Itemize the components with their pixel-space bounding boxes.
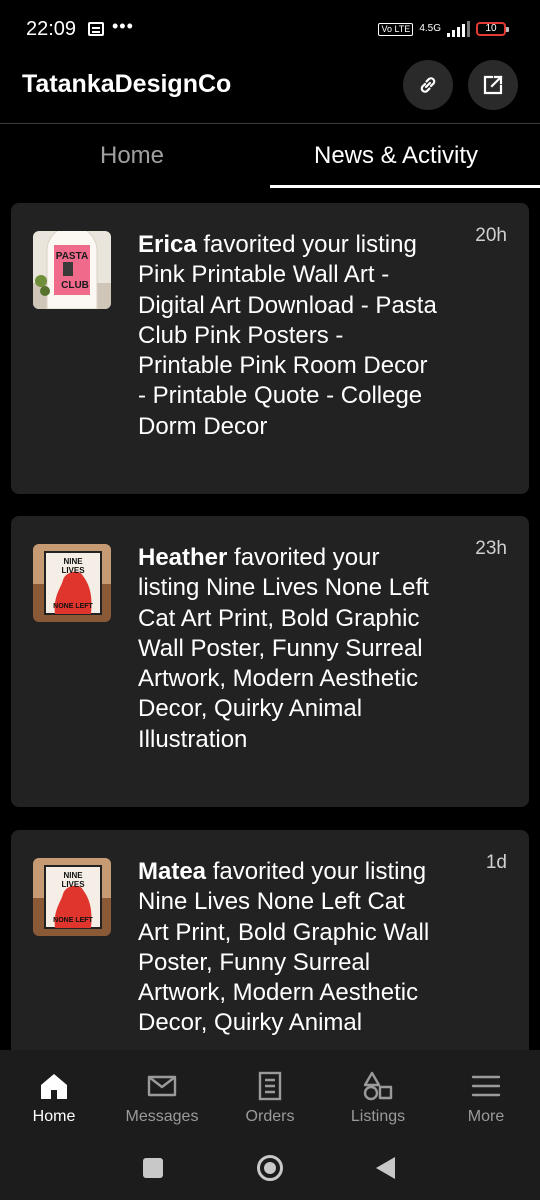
thumb-text-2: CLUB xyxy=(61,280,89,291)
thumb-text-3: NONE LEFT xyxy=(53,603,93,610)
thumb-text-2: LIVES xyxy=(61,880,85,889)
menu-icon xyxy=(471,1075,501,1097)
listing-thumbnail: PASTA CLUB xyxy=(33,231,111,309)
activity-user: Heather xyxy=(138,544,228,571)
network-type: 4.5G xyxy=(419,23,441,34)
signal-icon xyxy=(447,21,470,37)
system-navigation-bar xyxy=(0,1134,540,1200)
activity-text: favorited your listing Pink Printable Wa… xyxy=(138,231,437,440)
notification-icon xyxy=(88,22,104,36)
listing-thumbnail: NINE LIVES NONE LEFT xyxy=(33,544,111,622)
nav-listings[interactable]: Listings xyxy=(324,1050,432,1134)
volte-badge: Vo LTE xyxy=(378,22,414,36)
more-dots-icon: ••• xyxy=(112,16,134,36)
nav-more[interactable]: More xyxy=(432,1050,540,1134)
tab-home[interactable]: Home xyxy=(100,142,164,170)
thumb-text-2: LIVES xyxy=(61,566,85,575)
activity-message: Heather favorited your listing Nine Live… xyxy=(138,543,438,755)
nav-label: Listings xyxy=(350,1108,406,1125)
activity-message: Matea favorited your listing Nine Lives … xyxy=(138,857,438,1039)
app-header: TatankaDesignCo xyxy=(0,60,540,124)
back-button[interactable] xyxy=(376,1157,395,1179)
listing-thumbnail: NINE LIVES NONE LEFT xyxy=(33,858,111,936)
activity-feed[interactable]: PASTA CLUB Erica favorited your listing … xyxy=(11,203,529,1050)
thumb-text-1: NINE xyxy=(63,557,83,566)
tab-news-activity[interactable]: News & Activity xyxy=(314,142,478,170)
activity-user: Erica xyxy=(138,231,197,258)
status-indicators: Vo LTE 4.5G 10 xyxy=(378,18,509,40)
tab-bar: Home News & Activity xyxy=(0,124,540,190)
activity-message: Erica favorited your listing Pink Printa… xyxy=(138,230,438,442)
nav-messages[interactable]: Messages xyxy=(108,1050,216,1134)
thumb-text-1: NINE xyxy=(63,871,83,880)
nav-orders[interactable]: Orders xyxy=(216,1050,324,1134)
activity-time: 23h xyxy=(475,538,507,559)
nav-label: Home xyxy=(32,1108,76,1125)
active-tab-indicator xyxy=(270,185,540,188)
activity-user: Matea xyxy=(138,858,207,885)
battery-level: 10 xyxy=(485,23,497,34)
nav-label: Orders xyxy=(245,1108,295,1125)
messages-icon xyxy=(147,1075,177,1097)
status-time: 22:09 xyxy=(26,18,77,40)
nav-label: Messages xyxy=(125,1108,199,1125)
thumb-text-3: NONE LEFT xyxy=(53,917,93,924)
shop-title: TatankaDesignCo xyxy=(22,70,232,98)
link-icon xyxy=(420,77,436,93)
share-icon xyxy=(483,75,503,95)
activity-card[interactable]: PASTA CLUB Erica favorited your listing … xyxy=(11,203,529,494)
activity-card[interactable]: NINE LIVES NONE LEFT Heather favorited y… xyxy=(11,516,529,807)
copy-link-button[interactable] xyxy=(403,60,453,110)
home-system-button[interactable] xyxy=(257,1155,283,1181)
status-bar: 22:09 ••• Vo LTE 4.5G 10 xyxy=(0,0,540,60)
activity-card[interactable]: NINE LIVES NONE LEFT Matea favorited you… xyxy=(11,830,529,1050)
thumb-text-1: PASTA xyxy=(56,251,88,262)
nav-label: More xyxy=(467,1108,505,1125)
orders-icon xyxy=(258,1071,282,1101)
battery-icon: 10 xyxy=(476,22,509,36)
recents-button[interactable] xyxy=(143,1158,163,1178)
listings-icon xyxy=(363,1071,393,1101)
activity-time: 20h xyxy=(475,225,507,246)
home-icon xyxy=(41,1074,67,1099)
nav-home[interactable]: Home xyxy=(0,1050,108,1134)
share-button[interactable] xyxy=(468,60,518,110)
activity-time: 1d xyxy=(485,852,507,873)
activity-text: favorited your listing Nine Lives None L… xyxy=(138,544,429,753)
bottom-navigation: Home Messages Orders Listings More xyxy=(0,1050,540,1134)
